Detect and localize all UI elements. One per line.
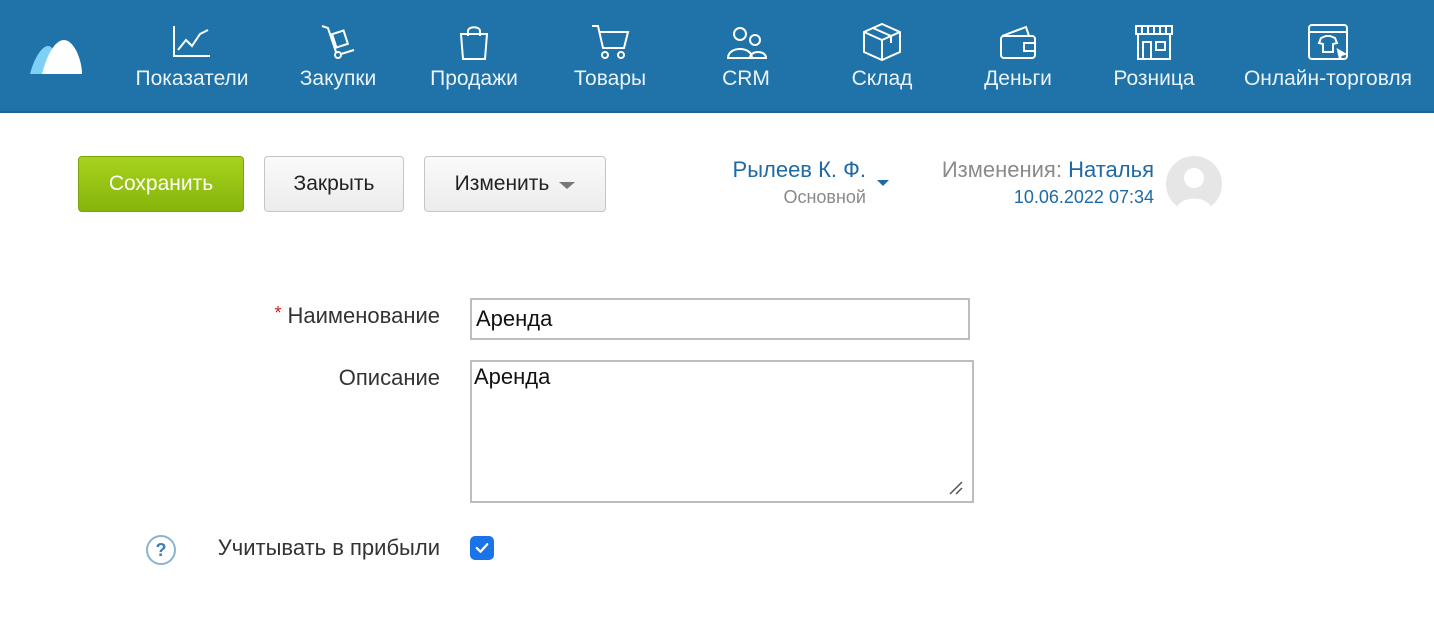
nav-item-online-trade[interactable]: Онлайн-торговля	[1234, 0, 1422, 113]
avatar[interactable]	[1166, 156, 1222, 212]
description-field-label: Описание	[338, 365, 440, 390]
changes-label: Изменения:	[941, 157, 1062, 182]
close-button-label: Закрыть	[293, 172, 375, 195]
owner-chevron-down-icon[interactable]	[877, 180, 889, 186]
nav-label: Товары	[573, 67, 647, 90]
nav-item-purchases[interactable]: Закупки	[290, 0, 386, 113]
nav-item-goods[interactable]: Товары	[566, 0, 654, 113]
app-logo-icon[interactable]	[28, 36, 84, 78]
changes-date: 10.06.2022 07:34	[1013, 187, 1154, 207]
close-button[interactable]: Закрыть	[264, 156, 404, 212]
owner-group: Основной	[783, 187, 866, 207]
nav-label: Показатели	[135, 67, 249, 90]
nav-label: Закупки	[299, 67, 377, 90]
hand-truck-icon	[321, 25, 355, 59]
nav-label: Розница	[1113, 67, 1195, 90]
shopping-bag-icon	[459, 26, 489, 60]
people-icon	[726, 27, 768, 59]
edit-dropdown-button[interactable]: Изменить	[424, 156, 606, 212]
nav-label: CRM	[722, 67, 770, 90]
nav-label: Онлайн-торговля	[1243, 67, 1413, 90]
name-field[interactable]	[470, 298, 970, 340]
required-asterisk: *	[274, 303, 282, 323]
chart-line-icon	[173, 26, 210, 57]
owner-selector[interactable]: Рылеев К. Ф. Основной	[700, 156, 866, 210]
box-icon	[863, 22, 901, 62]
nav-label: Продажи	[430, 67, 518, 90]
change-info: Изменения: Наталья 10.06.2022 07:34	[900, 156, 1154, 210]
changes-user-link[interactable]: Наталья	[1068, 157, 1154, 182]
nav-item-sales[interactable]: Продажи	[422, 0, 526, 113]
top-nav-bar: Показатели Закупки Продажи Товары CRM Ск…	[0, 0, 1434, 113]
help-icon[interactable]: ?	[146, 535, 176, 565]
description-field[interactable]: Аренда	[470, 360, 974, 503]
user-silhouette-icon	[1176, 168, 1212, 212]
wallet-icon	[1000, 25, 1036, 59]
save-button[interactable]: Сохранить	[78, 156, 244, 212]
nav-label: Деньги	[984, 67, 1052, 90]
nav-item-money[interactable]: Деньги	[976, 0, 1060, 113]
nav-item-indicators[interactable]: Показатели	[126, 0, 258, 113]
nav-item-crm[interactable]: CRM	[712, 0, 780, 113]
save-button-label: Сохранить	[108, 172, 214, 195]
checkmark-icon	[475, 543, 489, 553]
profit-checkbox-label: Учитывать в прибыли	[217, 535, 440, 560]
store-icon	[1135, 25, 1173, 60]
chevron-down-icon	[559, 182, 576, 189]
online-shop-icon	[1308, 24, 1348, 60]
nav-item-retail[interactable]: Розница	[1106, 0, 1202, 113]
profit-checkbox[interactable]	[470, 536, 494, 560]
resize-handle-icon[interactable]	[946, 478, 964, 496]
cart-icon	[592, 25, 630, 59]
nav-label: Склад	[851, 67, 913, 90]
edit-button-label: Изменить	[454, 172, 550, 195]
owner-name[interactable]: Рылеев К. Ф.	[700, 156, 866, 184]
name-field-label: * Наименование	[274, 303, 440, 328]
nav-item-warehouse[interactable]: Склад	[844, 0, 920, 113]
